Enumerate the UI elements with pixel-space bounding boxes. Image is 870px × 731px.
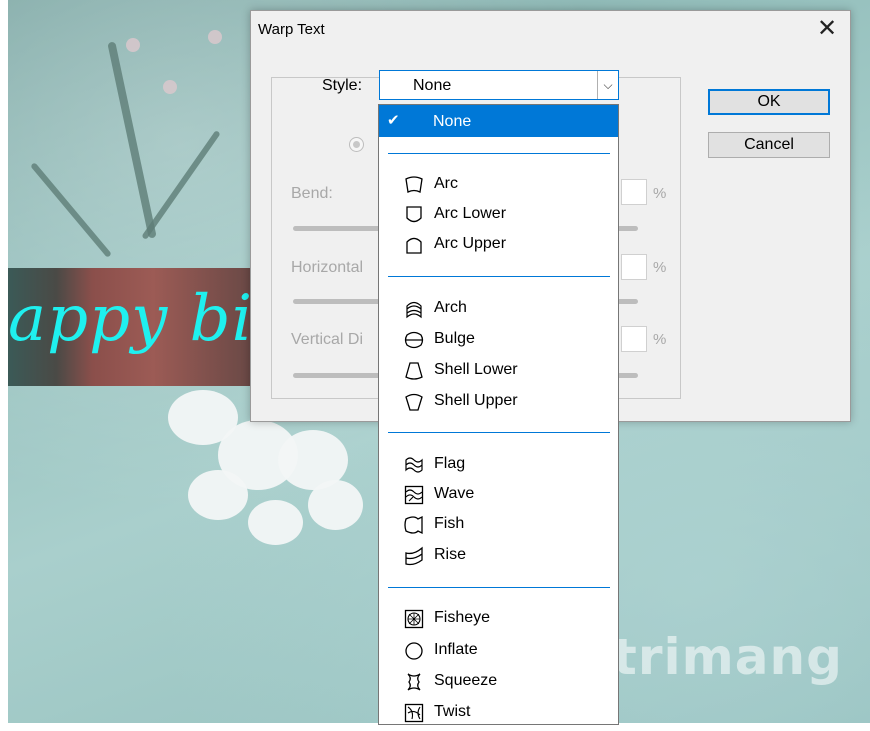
dropdown-item-label: Rise — [434, 546, 467, 563]
dropdown-item-label: Fish — [434, 515, 465, 532]
horizontal-distortion-label: Horizontal — [291, 259, 364, 276]
ok-button[interactable]: OK — [708, 89, 830, 115]
fisheye-icon — [404, 609, 424, 629]
vertical-percent: % — [653, 331, 667, 348]
dropdown-item-label: Inflate — [434, 641, 478, 658]
horizontal-percent: % — [653, 259, 667, 276]
dropdown-item-label: Fisheye — [434, 609, 491, 626]
dropdown-item-squeeze[interactable]: Squeeze — [404, 668, 604, 696]
dropdown-item-inflate[interactable]: Inflate — [404, 637, 604, 665]
dropdown-separator — [388, 587, 610, 588]
dropdown-separator — [388, 432, 610, 433]
dropdown-item-label: Arch — [434, 299, 467, 316]
branch — [107, 41, 157, 239]
dropdown-item-shell-lower[interactable]: Shell Lower — [404, 357, 604, 385]
orientation-radio[interactable] — [349, 137, 364, 152]
blossom-petal — [248, 500, 303, 545]
twist-icon — [404, 703, 424, 723]
wave-icon — [404, 485, 424, 505]
dropdown-item-label: Arc — [434, 175, 458, 192]
dropdown-item-label: None — [433, 113, 472, 130]
dropdown-item-arch[interactable]: Arch — [404, 295, 604, 323]
style-dropdown-list: ✔ None Arc Arc Lower Arc Upper Arch Bulg… — [378, 104, 619, 725]
blossom-petal — [188, 470, 248, 520]
dropdown-item-arc[interactable]: Arc — [404, 171, 604, 199]
dropdown-item-label: Twist — [434, 703, 471, 720]
blossom-petal — [308, 480, 363, 530]
dropdown-item-fish[interactable]: Fish — [404, 511, 604, 539]
dropdown-item-label: Bulge — [434, 330, 475, 347]
checkmark-icon: ✔ — [387, 112, 400, 129]
dropdown-item-label: Arc Upper — [434, 235, 507, 252]
dropdown-item-label: Flag — [434, 455, 466, 472]
dropdown-item-label: Shell Lower — [434, 361, 518, 378]
bend-value-field[interactable] — [621, 179, 647, 205]
dropdown-item-label: Wave — [434, 485, 475, 502]
arc-upper-icon — [406, 237, 422, 254]
flag-icon — [405, 457, 423, 473]
dropdown-item-label: Shell Upper — [434, 392, 518, 409]
dropdown-item-wave[interactable]: Wave — [404, 481, 604, 509]
flower-bud — [163, 80, 177, 94]
bend-percent: % — [653, 185, 667, 202]
fish-icon — [404, 515, 423, 535]
style-select-value: None — [413, 77, 452, 94]
dropdown-separator — [388, 153, 610, 154]
bend-label: Bend: — [291, 185, 333, 202]
dialog-title: Warp Text — [258, 21, 325, 38]
arc-lower-icon — [406, 206, 422, 223]
dropdown-item-shell-upper[interactable]: Shell Upper — [404, 388, 604, 416]
close-button[interactable]: ✕ — [812, 15, 842, 43]
dropdown-item-flag[interactable]: Flag — [404, 451, 604, 479]
style-select[interactable]: None ⌵ — [379, 70, 619, 100]
dropdown-item-arc-upper[interactable]: Arc Upper — [404, 231, 604, 259]
chevron-down-icon[interactable]: ⌵ — [597, 71, 618, 99]
vertical-value-field[interactable] — [621, 326, 647, 352]
shell-lower-icon — [405, 362, 423, 380]
dropdown-item-fisheye[interactable]: Fisheye — [404, 605, 604, 633]
dropdown-item-none[interactable]: ✔ None — [379, 105, 618, 137]
horizontal-value-field[interactable] — [621, 254, 647, 280]
cancel-button[interactable]: Cancel — [708, 132, 830, 158]
text-layer-banner: appy birt — [8, 268, 250, 386]
branch — [30, 162, 112, 258]
inflate-icon — [405, 642, 423, 660]
dropdown-separator — [388, 276, 610, 277]
banner-text: appy birt — [8, 282, 250, 356]
vertical-distortion-label: Vertical Di — [291, 331, 364, 348]
dropdown-item-arc-lower[interactable]: Arc Lower — [404, 201, 604, 229]
style-label: Style: — [322, 77, 363, 94]
dropdown-item-bulge[interactable]: Bulge — [404, 326, 604, 354]
squeeze-icon — [407, 673, 421, 691]
arc-icon — [405, 176, 423, 193]
dropdown-item-label: Arc Lower — [434, 205, 507, 222]
branch — [141, 130, 221, 240]
dropdown-item-label: Squeeze — [434, 672, 498, 689]
dropdown-item-rise[interactable]: Rise — [404, 542, 604, 570]
dropdown-item-twist[interactable]: Twist — [404, 699, 604, 727]
arch-icon — [406, 301, 422, 319]
rise-icon — [405, 546, 423, 566]
shell-upper-icon — [405, 393, 423, 411]
bulge-icon — [404, 331, 424, 349]
flower-bud — [126, 38, 140, 52]
flower-bud — [208, 30, 222, 44]
